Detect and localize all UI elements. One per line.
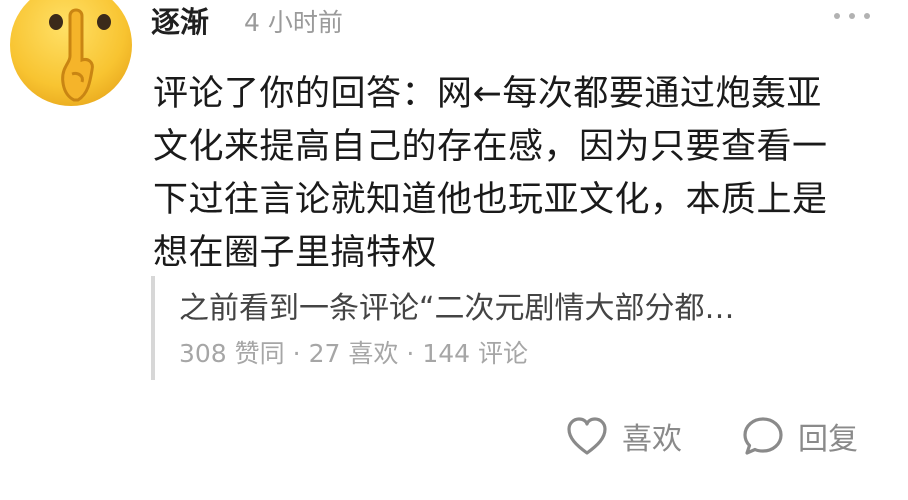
quoted-answer[interactable]: 之前看到一条评论“二次元剧情大部分都… 308 赞同 · 27 喜欢 · 144 评论 [151, 276, 855, 380]
like-count: 27 喜欢 [308, 339, 399, 368]
speech-bubble-icon [743, 417, 783, 455]
more-dots-icon [834, 13, 840, 19]
more-options-button[interactable] [834, 8, 870, 24]
avatar[interactable] [8, 0, 134, 108]
heart-outline-icon [567, 417, 607, 455]
reply-button[interactable]: 回复 [742, 412, 858, 460]
username[interactable]: 逐渐 [151, 2, 209, 42]
comment-count: 144 评论 [422, 339, 529, 368]
shushing-face-icon [10, 0, 132, 106]
like-button[interactable]: 喜欢 [566, 412, 682, 460]
quoted-answer-text: 之前看到一条评论“二次元剧情大部分都… [179, 291, 735, 326]
timestamp: 4 小时前 [244, 8, 343, 37]
like-label: 喜欢 [622, 422, 682, 457]
quoted-answer-stats: 308 赞同 · 27 喜欢 · 144 评论 [179, 339, 529, 368]
reply-label: 回复 [798, 422, 858, 457]
upvote-count: 308 赞同 [179, 339, 285, 368]
comment-text: 评论了你的回答：网←每次都要通过炮轰亚文化来提高自己的存在感，因为只要查看一下过… [153, 74, 828, 273]
